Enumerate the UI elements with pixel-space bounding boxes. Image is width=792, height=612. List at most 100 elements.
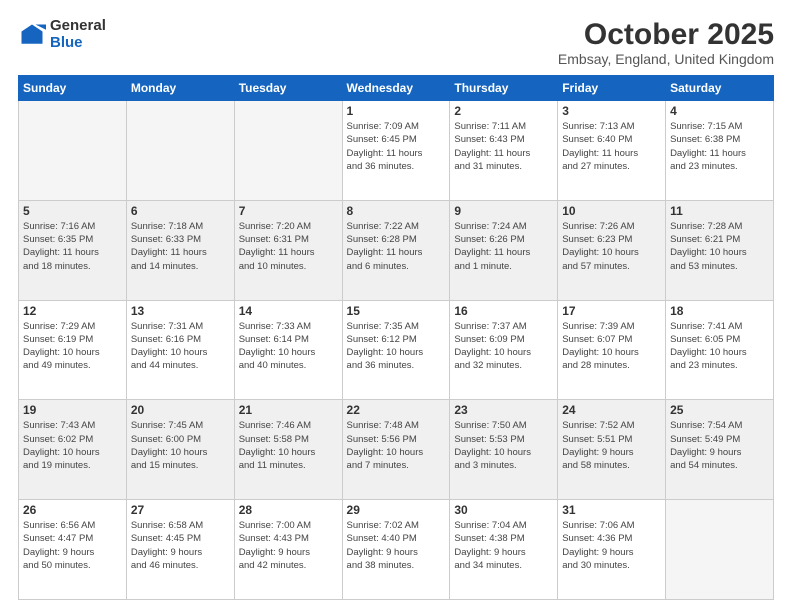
day-number: 3 xyxy=(562,104,661,118)
day-info: Sunrise: 7:15 AM Sunset: 6:38 PM Dayligh… xyxy=(670,120,769,173)
table-row: 28Sunrise: 7:00 AM Sunset: 4:43 PM Dayli… xyxy=(234,500,342,600)
table-row: 15 Sunrise: 7:35 AM Sunset: 6:12 PM Dayli… xyxy=(342,300,450,400)
day-number: 18 xyxy=(670,304,769,318)
table-row: 20Sunrise: 7:45 AM Sunset: 6:00 PM Dayli… xyxy=(126,400,234,500)
day-number: 19 xyxy=(23,403,122,417)
day-number: 31 xyxy=(562,503,661,517)
table-row: 13 Sunrise: 7:31 AM Sunset: 6:16 PM Dayli… xyxy=(126,300,234,400)
day-info: Sunrise: 7:13 AM Sunset: 6:40 PM Dayligh… xyxy=(562,120,661,173)
table-row: 27Sunrise: 6:58 AM Sunset: 4:45 PM Dayli… xyxy=(126,500,234,600)
day-info: Sunrise: 7:37 AM Sunset: 6:09 PM Dayligh… xyxy=(454,320,553,373)
table-row: 23 Sunrise: 7:50 AM Sunset: 5:53 PM Dayli… xyxy=(450,400,558,500)
table-row: 25 Sunrise: 7:54 AM Sunset: 5:49 PM Dayli… xyxy=(666,400,774,500)
day-info: Sunrise: 7:41 AM Sunset: 6:05 PM Dayligh… xyxy=(670,320,769,373)
day-number: 22 xyxy=(347,403,446,417)
day-info: Sunrise: 7:09 AM Sunset: 6:45 PM Dayligh… xyxy=(347,120,446,173)
day-number: 14 xyxy=(239,304,338,318)
table-row xyxy=(126,101,234,201)
month-title: October 2025 xyxy=(558,18,774,51)
day-info: Sunrise: 7:31 AM Sunset: 6:16 PM Dayligh… xyxy=(131,320,230,373)
day-number: 11 xyxy=(670,204,769,218)
table-row: 30Sunrise: 7:04 AM Sunset: 4:38 PM Dayli… xyxy=(450,500,558,600)
table-row: 12 Sunrise: 7:29 AM Sunset: 6:19 PM Dayli… xyxy=(19,300,127,400)
day-number: 9 xyxy=(454,204,553,218)
table-row: 5 Sunrise: 7:16 AM Sunset: 6:35 PM Daylig… xyxy=(19,200,127,300)
day-info: Sunrise: 7:24 AM Sunset: 6:26 PM Dayligh… xyxy=(454,220,553,273)
day-number: 1 xyxy=(347,104,446,118)
day-info: Sunrise: 7:35 AM Sunset: 6:12 PM Dayligh… xyxy=(347,320,446,373)
day-number: 26 xyxy=(23,503,122,517)
day-info: Sunrise: 7:43 AM Sunset: 6:02 PM Dayligh… xyxy=(23,419,122,472)
week-row-4: 19 Sunrise: 7:43 AM Sunset: 6:02 PM Dayli… xyxy=(19,400,774,500)
table-row: 6Sunrise: 7:18 AM Sunset: 6:33 PM Daylig… xyxy=(126,200,234,300)
week-row-5: 26 Sunrise: 6:56 AM Sunset: 4:47 PM Dayli… xyxy=(19,500,774,600)
day-number: 13 xyxy=(131,304,230,318)
day-info: Sunrise: 6:56 AM Sunset: 4:47 PM Dayligh… xyxy=(23,519,122,572)
day-number: 29 xyxy=(347,503,446,517)
day-number: 28 xyxy=(239,503,338,517)
day-number: 27 xyxy=(131,503,230,517)
day-info: Sunrise: 7:46 AM Sunset: 5:58 PM Dayligh… xyxy=(239,419,338,472)
week-row-1: 1 Sunrise: 7:09 AM Sunset: 6:45 PM Daylig… xyxy=(19,101,774,201)
day-number: 8 xyxy=(347,204,446,218)
day-number: 4 xyxy=(670,104,769,118)
day-number: 5 xyxy=(23,204,122,218)
day-number: 10 xyxy=(562,204,661,218)
day-info: Sunrise: 7:18 AM Sunset: 6:33 PM Dayligh… xyxy=(131,220,230,273)
day-info: Sunrise: 7:54 AM Sunset: 5:49 PM Dayligh… xyxy=(670,419,769,472)
day-number: 23 xyxy=(454,403,553,417)
col-wednesday: Wednesday xyxy=(342,76,450,101)
logo-icon xyxy=(18,21,46,49)
table-row xyxy=(666,500,774,600)
day-info: Sunrise: 7:20 AM Sunset: 6:31 PM Dayligh… xyxy=(239,220,338,273)
col-sunday: Sunday xyxy=(19,76,127,101)
table-row: 2 Sunrise: 7:11 AM Sunset: 6:43 PM Daylig… xyxy=(450,101,558,201)
day-number: 15 xyxy=(347,304,446,318)
logo-blue-text: Blue xyxy=(50,35,106,52)
day-info: Sunrise: 7:52 AM Sunset: 5:51 PM Dayligh… xyxy=(562,419,661,472)
table-row: 19 Sunrise: 7:43 AM Sunset: 6:02 PM Dayli… xyxy=(19,400,127,500)
col-monday: Monday xyxy=(126,76,234,101)
day-info: Sunrise: 7:02 AM Sunset: 4:40 PM Dayligh… xyxy=(347,519,446,572)
table-row: 16 Sunrise: 7:37 AM Sunset: 6:09 PM Dayli… xyxy=(450,300,558,400)
table-row xyxy=(234,101,342,201)
day-number: 20 xyxy=(131,403,230,417)
day-info: Sunrise: 7:22 AM Sunset: 6:28 PM Dayligh… xyxy=(347,220,446,273)
subtitle: Embsay, England, United Kingdom xyxy=(558,51,774,67)
day-info: Sunrise: 7:26 AM Sunset: 6:23 PM Dayligh… xyxy=(562,220,661,273)
table-row: 18 Sunrise: 7:41 AM Sunset: 6:05 PM Dayli… xyxy=(666,300,774,400)
col-tuesday: Tuesday xyxy=(234,76,342,101)
day-info: Sunrise: 7:06 AM Sunset: 4:36 PM Dayligh… xyxy=(562,519,661,572)
day-number: 25 xyxy=(670,403,769,417)
day-info: Sunrise: 7:11 AM Sunset: 6:43 PM Dayligh… xyxy=(454,120,553,173)
logo-general-text: General xyxy=(50,18,106,35)
table-row: 4 Sunrise: 7:15 AM Sunset: 6:38 PM Daylig… xyxy=(666,101,774,201)
day-info: Sunrise: 7:33 AM Sunset: 6:14 PM Dayligh… xyxy=(239,320,338,373)
table-row: 8 Sunrise: 7:22 AM Sunset: 6:28 PM Daylig… xyxy=(342,200,450,300)
table-row: 11Sunrise: 7:28 AM Sunset: 6:21 PM Dayli… xyxy=(666,200,774,300)
title-block: October 2025 Embsay, England, United Kin… xyxy=(558,18,774,67)
calendar-table: Sunday Monday Tuesday Wednesday Thursday… xyxy=(18,75,774,600)
day-number: 21 xyxy=(239,403,338,417)
table-row: 26 Sunrise: 6:56 AM Sunset: 4:47 PM Dayli… xyxy=(19,500,127,600)
day-number: 30 xyxy=(454,503,553,517)
day-info: Sunrise: 7:48 AM Sunset: 5:56 PM Dayligh… xyxy=(347,419,446,472)
day-info: Sunrise: 7:50 AM Sunset: 5:53 PM Dayligh… xyxy=(454,419,553,472)
col-saturday: Saturday xyxy=(666,76,774,101)
day-info: Sunrise: 7:16 AM Sunset: 6:35 PM Dayligh… xyxy=(23,220,122,273)
table-row: 10 Sunrise: 7:26 AM Sunset: 6:23 PM Dayli… xyxy=(558,200,666,300)
day-number: 16 xyxy=(454,304,553,318)
table-row xyxy=(19,101,127,201)
table-row: 31 Sunrise: 7:06 AM Sunset: 4:36 PM Dayli… xyxy=(558,500,666,600)
logo: General Blue xyxy=(18,18,106,51)
day-info: Sunrise: 7:29 AM Sunset: 6:19 PM Dayligh… xyxy=(23,320,122,373)
header: General Blue October 2025 Embsay, Englan… xyxy=(18,18,774,67)
day-number: 12 xyxy=(23,304,122,318)
table-row: 3 Sunrise: 7:13 AM Sunset: 6:40 PM Daylig… xyxy=(558,101,666,201)
table-row: 1 Sunrise: 7:09 AM Sunset: 6:45 PM Daylig… xyxy=(342,101,450,201)
table-row: 24Sunrise: 7:52 AM Sunset: 5:51 PM Dayli… xyxy=(558,400,666,500)
table-row: 21 Sunrise: 7:46 AM Sunset: 5:58 PM Dayli… xyxy=(234,400,342,500)
day-number: 7 xyxy=(239,204,338,218)
day-number: 2 xyxy=(454,104,553,118)
table-row: 7 Sunrise: 7:20 AM Sunset: 6:31 PM Daylig… xyxy=(234,200,342,300)
